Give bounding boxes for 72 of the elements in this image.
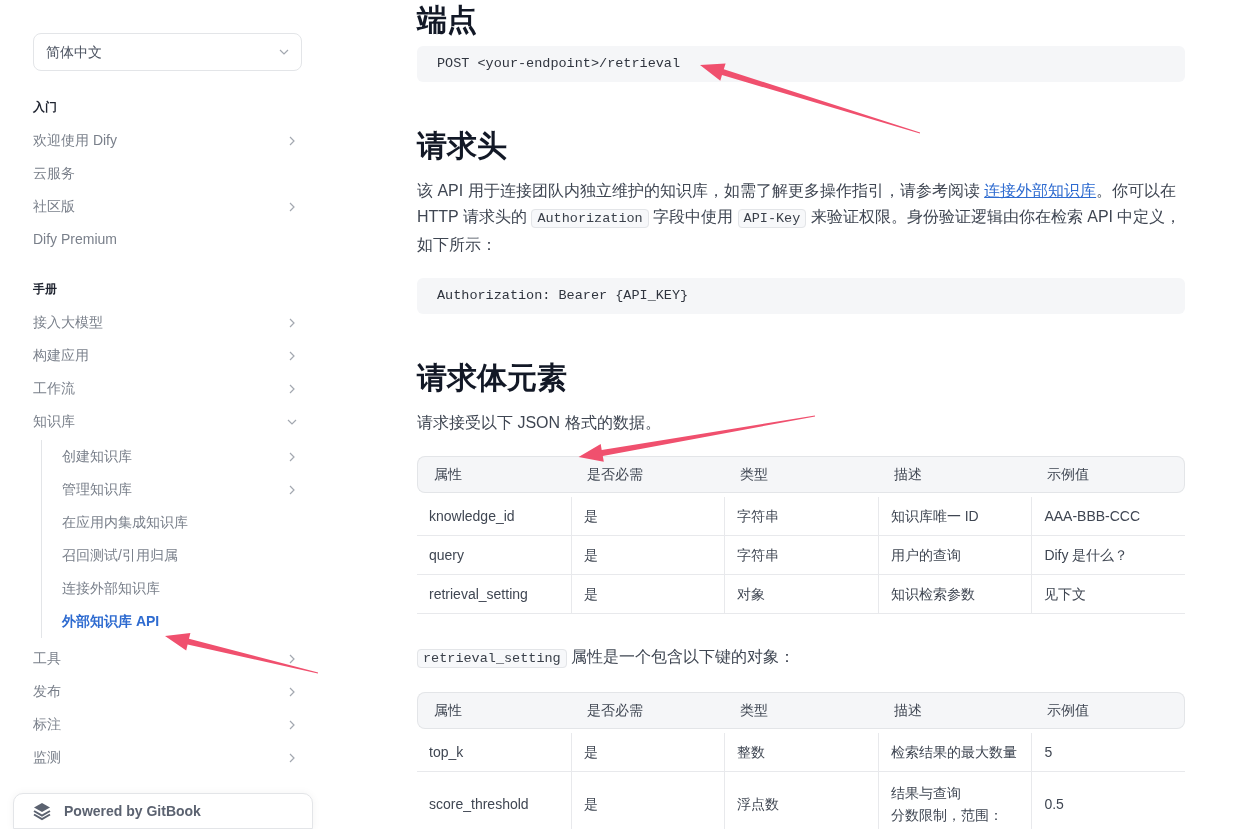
table-cell: 0.5 — [1031, 772, 1185, 829]
column-header: 是否必需 — [570, 456, 725, 493]
section-heading: 请求体元素 — [417, 360, 568, 396]
sidebar-item[interactable]: 创建知识库 — [62, 440, 302, 473]
table-cell: 浮点数 — [724, 772, 878, 829]
column-header: 类型 — [724, 692, 878, 729]
column-header: 描述 — [877, 456, 1032, 493]
table-cell: 是 — [570, 497, 725, 536]
table-cell: top_k — [417, 733, 571, 772]
language-select[interactable]: 简体中文 — [33, 33, 302, 71]
column-header: 示例值 — [1031, 692, 1185, 729]
table-cell: 是 — [570, 772, 725, 829]
table-cell: 是 — [570, 733, 725, 772]
table-cell: 字符串 — [724, 497, 878, 536]
sidebar-item[interactable]: 接入大模型 — [33, 306, 302, 339]
table-cell-line: 结果与查询 — [890, 784, 961, 803]
sidebar-item[interactable]: 构建应用 — [33, 339, 302, 372]
column-header: 描述 — [877, 692, 1032, 729]
column-header: 类型 — [724, 456, 878, 493]
sidebar-item[interactable]: 在应用内集成知识库 — [62, 506, 302, 539]
table-cell: score_threshold — [417, 772, 571, 829]
table-cell: 是 — [570, 575, 725, 614]
table-cell: knowledge_id — [417, 497, 571, 536]
link[interactable]: 连接外部知识库 — [984, 182, 1097, 199]
table-cell: AAA-BBB-CCC — [1031, 497, 1185, 536]
table-cell: 是 — [570, 536, 725, 575]
chevron-icon — [279, 47, 289, 57]
code-block: Authorization: Bearer {API_KEY} — [417, 278, 1185, 314]
table-cell-line: 分数限制，范围： — [890, 806, 1003, 825]
sidebar-item[interactable]: 社区版 — [33, 190, 302, 223]
section-title: 手册 — [33, 281, 58, 298]
sidebar-item[interactable]: 欢迎使用 Dify — [33, 124, 302, 157]
sidebar-item[interactable]: 召回测试/引用归属 — [62, 539, 302, 572]
table-cell: 对象 — [724, 575, 878, 614]
inline-code: Authorization — [531, 209, 649, 228]
section-heading: 端点 — [417, 2, 478, 38]
inline-code: retrieval_setting — [417, 649, 567, 668]
table-cell: 检索结果的最大数量 — [877, 733, 1032, 772]
column-header: 属性 — [417, 456, 571, 493]
column-header: 示例值 — [1031, 456, 1185, 493]
sidebar-item[interactable]: 外部知识库 API — [62, 605, 302, 638]
paragraph: 该 API 用于连接团队内独立维护的知识库，如需了解更多操作指引，请参考阅读 连接外部知识库。你可以在 HTTP 请求头的 Authorization 字段中使用 API-Key 来验证权限。身份验证逻辑由你在检索 API 中定义，如下所示： — [417, 181, 1183, 255]
sidebar-item[interactable]: 工具 — [33, 642, 302, 675]
code-block: POST <your-endpoint>/retrieval — [417, 46, 1185, 82]
sidebar-item[interactable]: 工作流 — [33, 372, 302, 405]
stack-icon — [32, 801, 52, 821]
section-heading: 请求头 — [417, 128, 508, 164]
table-cell: 字符串 — [724, 536, 878, 575]
table-cell: query — [417, 536, 571, 575]
section-title: 入门 — [33, 99, 58, 116]
table-cell: 知识检索参数 — [877, 575, 1032, 614]
table-cell: Dify 是什么？ — [1031, 536, 1185, 575]
column-header: 属性 — [417, 692, 571, 729]
sidebar-item[interactable]: 监测 — [33, 741, 302, 774]
table-cell: 用户的查询 — [877, 536, 1032, 575]
paragraph: 请求接受以下 JSON 格式的数据。 — [417, 413, 662, 433]
sidebar-item[interactable]: Dify Premium — [33, 223, 302, 256]
sidebar-item[interactable]: 知识库 — [33, 405, 302, 438]
sidebar-item[interactable]: 连接外部知识库 — [62, 572, 302, 605]
paragraph: retrieval_setting 属性是一个包含以下键的对象： — [417, 644, 1185, 672]
sidebar-item[interactable]: 云服务 — [33, 157, 302, 190]
gitbook-card[interactable]: Powered by GitBook — [13, 793, 313, 829]
table-cell: retrieval_setting — [417, 575, 571, 614]
table-cell: 5 — [1031, 733, 1185, 772]
table-cell: 整数 — [724, 733, 878, 772]
sidebar-item[interactable]: 标注 — [33, 708, 302, 741]
sidebar-item[interactable]: 管理知识库 — [62, 473, 302, 506]
sidebar-item[interactable]: 发布 — [33, 675, 302, 708]
column-header: 是否必需 — [570, 692, 725, 729]
table-cell: 知识库唯一 ID — [877, 497, 1032, 536]
table-cell: 见下文 — [1031, 575, 1185, 614]
inline-code: API-Key — [737, 209, 807, 228]
